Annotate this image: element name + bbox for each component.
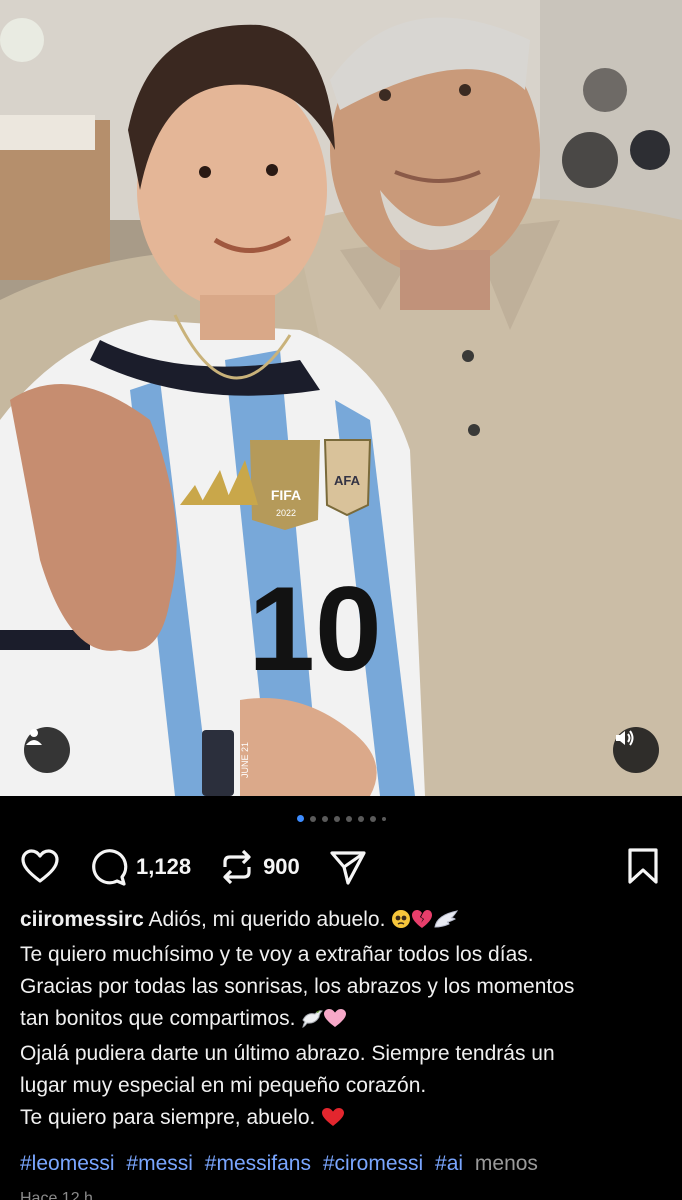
broken-heart-icon [411,907,433,939]
bookmark-icon [628,848,658,884]
post-action-bar: 1,128 900 [20,845,662,889]
dove-icon [301,1006,324,1038]
comment-button[interactable]: 1,128 [88,847,191,887]
carousel-dot [321,815,328,822]
hashtag-row: #leomessi #messi #messifans #ciromessi #… [20,1152,538,1176]
repost-button[interactable]: 900 [219,847,300,887]
post-username[interactable]: ciiromessirc [20,908,144,931]
crest-text: AFA [334,473,361,488]
heart-icon [21,849,59,883]
caption-text: tan bonitos que compartimos. [20,1007,296,1030]
pleading-face-icon [391,907,411,939]
reposts-count: 900 [263,854,300,879]
carousel-dot [369,815,376,822]
user-tag-icon [26,729,42,745]
photo-illustration: FIFA 2022 AFA 10 JUNE 21 [0,0,682,796]
comments-count: 1,128 [136,854,192,879]
caption-line: Ojalá pudiera darte un último abrazo. Si… [20,1042,555,1065]
jersey-number: 10 [248,562,381,696]
caption-line: lugar muy especial en mi pequeño corazón… [20,1074,427,1097]
hashtag-link[interactable]: #messi [126,1152,193,1175]
carousel-dot [381,816,386,821]
share-button[interactable] [328,847,368,887]
post-timestamp: Hace 12 h [20,1190,93,1200]
carousel-dot [357,815,364,822]
badge-fifa-text: FIFA [271,487,301,503]
repost-icon [223,849,251,885]
save-button[interactable] [626,847,660,890]
carousel-indicator [0,815,682,822]
post-photo[interactable]: FIFA 2022 AFA 10 JUNE 21 [0,0,682,796]
like-button[interactable] [20,847,60,887]
carousel-dot [296,815,304,822]
caption-text: Te quiero para siempre, abuelo. [20,1106,316,1129]
carousel-dot [345,815,352,822]
carousel-dot [309,815,316,822]
caption-line: tan bonitos que compartimos. [20,1003,668,1038]
show-less-link[interactable]: menos [475,1152,538,1175]
hashtag-link[interactable]: #leomessi [20,1152,115,1175]
tag-people-button[interactable] [24,727,70,773]
caption-line: Te quiero muchísimo y te voy a extrañar … [20,943,534,966]
caption-line: Te quiero para siempre, abuelo. [20,1102,668,1137]
hashtag-link[interactable]: #ai [435,1152,463,1175]
volume-icon [616,730,634,746]
hashtag-link[interactable]: #ciromessi [323,1152,423,1175]
red-heart-icon [321,1105,345,1137]
hashtag-link[interactable]: #messifans [205,1152,311,1175]
caption-text: Adiós, mi querido abuelo. [148,908,386,931]
wing-icon [433,907,459,939]
send-icon [330,851,366,885]
post-caption: ciiromessirc Adiós, mi querido abuelo. T… [20,904,668,1137]
pink-heart-icon [323,1006,347,1038]
wristband-text: JUNE 21 [240,742,250,778]
carousel-dot [333,815,340,822]
caption-line: Gracias por todas las sonrisas, los abra… [20,975,575,998]
comment-icon [92,849,128,886]
caption-line: ciiromessirc Adiós, mi querido abuelo. [20,904,668,939]
badge-year-text: 2022 [276,508,296,518]
mute-toggle-button[interactable] [613,727,659,773]
